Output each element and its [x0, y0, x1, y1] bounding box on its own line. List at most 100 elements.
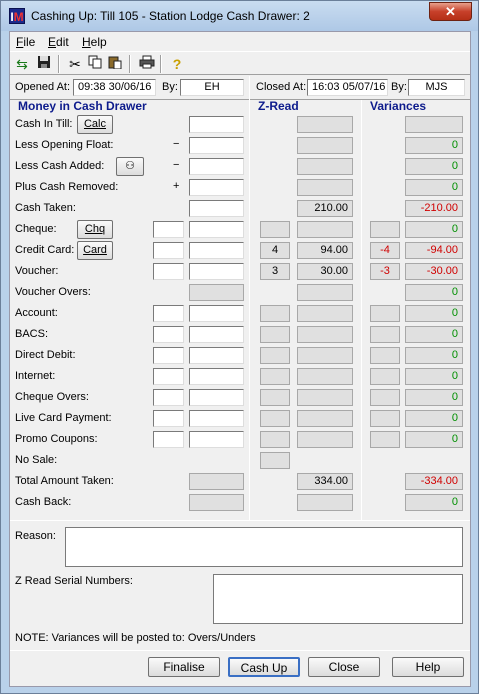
account-amount-input[interactable] [189, 305, 244, 322]
bacs-count-input[interactable] [153, 326, 184, 343]
no-sale-zread-count [260, 452, 290, 469]
cheque-overs-count-input[interactable] [153, 389, 184, 406]
toolbar: ⇆ ✂ ? [10, 51, 470, 75]
cash-up-button[interactable]: Cash Up [228, 657, 300, 677]
cheque-chq-button[interactable]: Chq [77, 220, 113, 239]
variance-note: NOTE: Variances will be posted to: Overs… [15, 632, 256, 644]
cash-taken-label: Cash Taken: [15, 202, 76, 214]
credit-card-label: Credit Card: [15, 244, 75, 256]
live-card-payment-zread-value [297, 410, 353, 427]
promo-coupons-count-input[interactable] [153, 431, 184, 448]
bacs-zread-value [297, 326, 353, 343]
closed-by-label: By: [391, 81, 407, 93]
credit-card-card-button[interactable]: Card [77, 241, 113, 260]
cheque-count-input[interactable] [153, 221, 184, 238]
title-bar[interactable]: IM Cashing Up: Till 105 - Station Lodge … [1, 1, 478, 31]
live-card-payment-zread-count [260, 410, 290, 427]
paste-icon[interactable] [106, 55, 124, 73]
window-title: Cashing Up: Till 105 - Station Lodge Cas… [31, 9, 310, 23]
live-card-payment-variance-count [370, 410, 400, 427]
less-opening-float-label: Less Opening Float: [15, 139, 114, 151]
direct-debit-count-input[interactable] [153, 347, 184, 364]
save-icon[interactable] [35, 55, 53, 73]
cashing-up-window: IM Cashing Up: Till 105 - Station Lodge … [0, 0, 479, 694]
live-card-payment-count-input[interactable] [153, 410, 184, 427]
less-cash-added-zread-value [297, 158, 353, 175]
cash-in-till-calc-button[interactable]: Calc [77, 115, 113, 134]
plus-cash-removed-amount-input[interactable] [189, 179, 244, 196]
voucher-zread-count: 3 [260, 263, 290, 280]
menu-help[interactable]: Help [82, 35, 107, 49]
total-amount-taken-variance-value: -334.00 [405, 473, 463, 490]
credit-card-variance-count: -4 [370, 242, 400, 259]
help-button[interactable]: Help [392, 657, 464, 677]
variances-section-title: Variances [370, 99, 427, 113]
voucher-count-input[interactable] [153, 263, 184, 280]
cheque-overs-variance-count [370, 389, 400, 406]
menu-edit[interactable]: Edit [48, 35, 69, 49]
cheque-overs-zread-value [297, 389, 353, 406]
copy-icon[interactable] [86, 55, 104, 73]
cheque-variance-value: 0 [405, 221, 463, 238]
divider [249, 76, 250, 100]
promo-coupons-variance-value: 0 [405, 431, 463, 448]
live-card-payment-amount-input[interactable] [189, 410, 244, 427]
cheque-amount-input[interactable] [189, 221, 244, 238]
direct-debit-variance-count [370, 347, 400, 364]
voucher-overs-zread-value [297, 284, 353, 301]
internet-amount-input[interactable] [189, 368, 244, 385]
window-close-button[interactable]: ✕ [429, 2, 472, 21]
no-sale-label: No Sale: [15, 454, 58, 466]
internet-zread-count [260, 368, 290, 385]
voucher-label: Voucher: [15, 265, 59, 277]
less-cash-added-amount-input[interactable] [189, 158, 244, 175]
promo-coupons-amount-input[interactable] [189, 431, 244, 448]
voucher-overs-amount-readonly [189, 284, 244, 301]
cash-taken-zread-value: 210.00 [297, 200, 353, 217]
back-forward-icon[interactable]: ⇆ [13, 55, 31, 73]
less-opening-float-sign: − [173, 138, 180, 150]
voucher-amount-input[interactable] [189, 263, 244, 280]
plus-cash-removed-variance-value: 0 [405, 179, 463, 196]
total-amount-taken-zread-value: 334.00 [297, 473, 353, 490]
print-icon[interactable] [138, 55, 156, 73]
bacs-amount-input[interactable] [189, 326, 244, 343]
voucher-overs-variance-value: 0 [405, 284, 463, 301]
internet-count-input[interactable] [153, 368, 184, 385]
binoculars-icon[interactable]: ⚇ [116, 157, 144, 176]
serial-numbers-textarea[interactable] [213, 574, 463, 624]
credit-card-count-input[interactable] [153, 242, 184, 259]
opened-by-label: By: [162, 81, 178, 93]
cash-in-till-amount-input[interactable] [189, 116, 244, 133]
cash-back-variance-value: 0 [405, 494, 463, 511]
money-section-title: Money in Cash Drawer [18, 99, 147, 113]
cut-icon[interactable]: ✂ [66, 55, 84, 73]
divider [249, 100, 250, 520]
voucher-variance-count: -3 [370, 263, 400, 280]
less-cash-added-label: Less Cash Added: [15, 160, 105, 172]
account-zread-value [297, 305, 353, 322]
internet-variance-count [370, 368, 400, 385]
less-opening-float-amount-input[interactable] [189, 137, 244, 154]
account-count-input[interactable] [153, 305, 184, 322]
menu-file[interactable]: File [16, 35, 35, 49]
divider [361, 100, 362, 520]
less-cash-added-sign: − [173, 159, 180, 171]
finalise-button[interactable]: Finalise [148, 657, 220, 677]
reason-textarea[interactable] [65, 527, 463, 567]
cheque-overs-amount-input[interactable] [189, 389, 244, 406]
toolbar-separator [58, 55, 60, 73]
live-card-payment-label: Live Card Payment: [15, 412, 112, 424]
direct-debit-amount-input[interactable] [189, 347, 244, 364]
plus-cash-removed-label: Plus Cash Removed: [15, 181, 119, 193]
credit-card-amount-input[interactable] [189, 242, 244, 259]
toolbar-separator [160, 55, 162, 73]
direct-debit-zread-value [297, 347, 353, 364]
direct-debit-variance-value: 0 [405, 347, 463, 364]
cash-taken-amount-input[interactable] [189, 200, 244, 217]
close-button[interactable]: Close [308, 657, 380, 677]
cash-in-till-label: Cash In Till: [15, 118, 73, 130]
help-icon[interactable]: ? [168, 55, 186, 73]
cash-back-amount-readonly [189, 494, 244, 511]
promo-coupons-variance-count [370, 431, 400, 448]
